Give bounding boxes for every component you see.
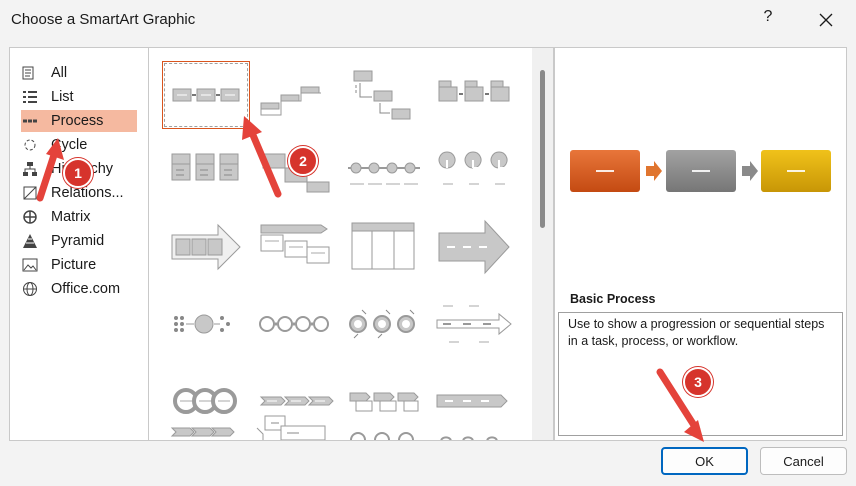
layout-basic-timeline[interactable]: [340, 138, 428, 206]
layout-circle-arrow-process[interactable]: [251, 292, 339, 360]
category-list: All List Process Cycle Hierarchy Relatio…: [9, 47, 149, 441]
layout-arrow-chevron-list[interactable]: [162, 418, 250, 440]
layout-segmented-process[interactable]: [340, 215, 428, 283]
title-bar: Choose a SmartArt Graphic ?: [0, 0, 856, 40]
category-label: Picture: [51, 257, 97, 273]
layout-process-arrows[interactable]: [162, 215, 250, 283]
picture-icon: [21, 256, 39, 274]
layout-step-up-process[interactable]: [251, 61, 339, 129]
layout-converging-circles[interactable]: [162, 292, 250, 360]
pyramid-icon: [21, 232, 39, 250]
category-pyramid[interactable]: Pyramid: [21, 230, 137, 252]
layout-chevron-list[interactable]: [429, 61, 517, 129]
scrollbar-thumb[interactable]: [540, 70, 545, 228]
layout-circle-process[interactable]: [340, 292, 428, 360]
step-badge-1: 1: [63, 158, 93, 188]
category-label: List: [51, 89, 74, 105]
category-label: Cycle: [51, 137, 88, 153]
layout-arrow-timeline[interactable]: [429, 292, 517, 360]
all-icon: [21, 64, 39, 82]
layout-spiral-process[interactable]: [429, 418, 517, 440]
layout-gallery: [148, 47, 554, 441]
ok-button[interactable]: OK: [661, 447, 748, 475]
matrix-icon: [21, 208, 39, 226]
step-badge-2: 2: [288, 146, 318, 176]
globe-icon: [21, 280, 39, 298]
close-icon: [819, 13, 833, 27]
hierarchy-icon: [21, 160, 39, 178]
relationship-icon: [21, 184, 39, 202]
cycle-icon: [21, 136, 39, 154]
category-label: Pyramid: [51, 233, 105, 249]
list-icon: [21, 88, 39, 106]
close-button[interactable]: [812, 8, 840, 32]
category-label: All: [51, 65, 68, 81]
category-office-com[interactable]: Office.com: [21, 278, 137, 300]
dialog-title: Choose a SmartArt Graphic: [11, 11, 196, 28]
layout-circle-timeline[interactable]: [340, 418, 428, 440]
preview-diagram: [570, 148, 832, 196]
step-badge-3: 3: [683, 367, 713, 397]
category-label: Matrix: [51, 209, 91, 225]
category-matrix[interactable]: Matrix: [21, 206, 137, 228]
layout-continuous-block-process[interactable]: [251, 215, 339, 283]
category-label: Relations...: [51, 185, 124, 201]
layout-basic-process[interactable]: [162, 61, 250, 129]
category-all[interactable]: All: [21, 62, 137, 84]
layout-accent-process[interactable]: [162, 138, 250, 206]
process-icon: [21, 112, 39, 130]
gallery-scrollbar[interactable]: [532, 48, 553, 440]
preview-arrow-2: [742, 161, 758, 181]
category-cycle[interactable]: Cycle: [21, 134, 137, 156]
layout-alternating-flow[interactable]: [340, 61, 428, 129]
cancel-button[interactable]: Cancel: [760, 447, 847, 475]
category-process[interactable]: Process: [21, 110, 137, 132]
category-picture[interactable]: Picture: [21, 254, 137, 276]
layout-picture-accent-process[interactable]: [251, 412, 339, 440]
layout-upward-arrow[interactable]: [429, 215, 517, 283]
layout-pie-process[interactable]: [429, 138, 517, 206]
preview-arrow-1: [646, 161, 662, 181]
category-list-item[interactable]: List: [21, 86, 137, 108]
preview-title: Basic Process: [570, 292, 656, 306]
help-button[interactable]: ?: [760, 8, 776, 26]
category-label: Office.com: [51, 281, 121, 297]
category-label: Process: [51, 113, 104, 129]
